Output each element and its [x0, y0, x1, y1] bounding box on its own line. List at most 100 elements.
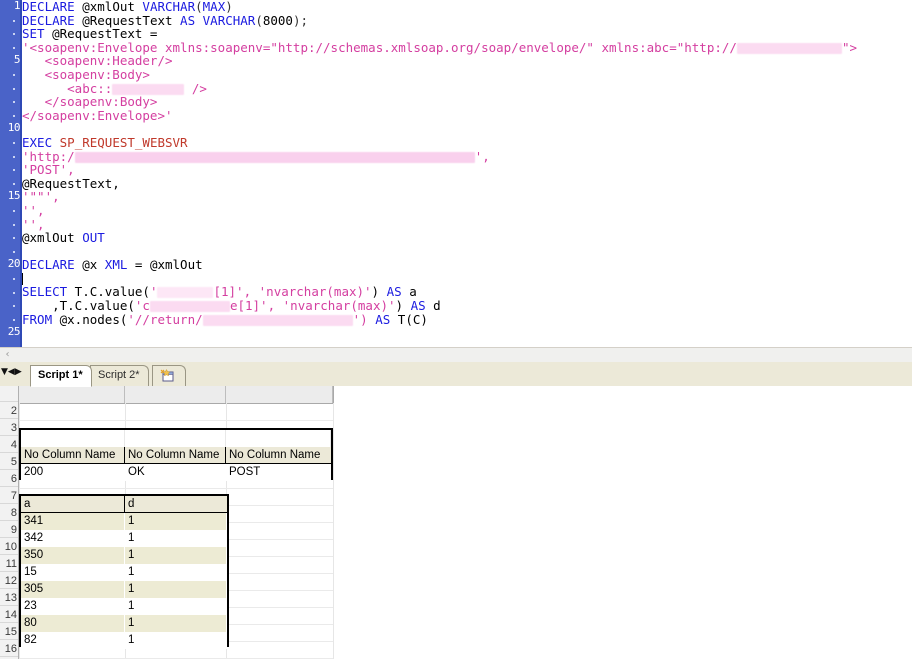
- table-cell[interactable]: 1: [125, 615, 227, 632]
- row-header-9[interactable]: 9: [0, 522, 18, 538]
- table-header-row[interactable]: ad: [21, 496, 227, 513]
- table-row[interactable]: 305 1: [21, 581, 227, 598]
- table-cell[interactable]: 1: [125, 513, 227, 530]
- grid-col-2[interactable]: [125, 386, 226, 403]
- table-cell[interactable]: OK: [125, 464, 226, 481]
- row-header-6[interactable]: 6: [0, 471, 18, 487]
- row-header-15[interactable]: 15: [0, 624, 18, 640]
- code-token: XML: [104, 257, 128, 273]
- table-cell[interactable]: 350: [21, 547, 125, 564]
- code-token: @x: [74, 257, 105, 273]
- line-marker-dot: [13, 278, 15, 280]
- table-cell[interactable]: 342: [21, 530, 125, 547]
- line-number-20: 20: [7, 257, 21, 271]
- line-marker-dot: [13, 210, 15, 212]
- table-cell[interactable]: 80: [21, 615, 125, 632]
- table-blank-cell[interactable]: [125, 430, 226, 447]
- code-line-1: DECLARE @xmlOut VARCHAR(MAX): [22, 0, 912, 14]
- table-header-row[interactable]: No Column Name No Column Name No Column Na…: [21, 447, 331, 464]
- code-token: OUT: [82, 230, 105, 246]
- row-header-8[interactable]: 8: [0, 505, 18, 521]
- code-token: DECLARE: [22, 257, 75, 273]
- table-cell[interactable]: 82: [21, 632, 125, 649]
- row-header-column: 2 3 4 5 6 7 8 9 10 11 12 13 14 15 16: [0, 386, 19, 659]
- code-line-13: 'POST',: [22, 163, 912, 177]
- code-line-8: </soapenv:Body>: [22, 95, 912, 109]
- row-header-11[interactable]: 11: [0, 556, 18, 572]
- gridline-vertical-3: [333, 403, 334, 659]
- table-row[interactable]: 200 OK POST: [21, 464, 331, 481]
- tab-nav-controls[interactable]: ▼◀▶: [1, 367, 27, 381]
- column-header-1[interactable]: a: [21, 496, 125, 513]
- column-header-2[interactable]: d: [125, 496, 227, 513]
- grid-col-3[interactable]: [226, 386, 333, 403]
- table-cell[interactable]: 305: [21, 581, 125, 598]
- redacted-text-block: [157, 287, 214, 299]
- row-header-2[interactable]: 2: [0, 403, 18, 419]
- table-blank-row[interactable]: [21, 430, 331, 447]
- table-cell[interactable]: 1: [125, 530, 227, 547]
- table-cell[interactable]: 23: [21, 598, 125, 615]
- tab-dropdown-icon[interactable]: ▼: [1, 367, 8, 377]
- gridline-horizontal-5: [19, 488, 333, 489]
- line-marker-dot: [13, 169, 15, 172]
- table-blank-cell[interactable]: [21, 430, 125, 447]
- row-header-3[interactable]: 3: [0, 420, 18, 436]
- table-body: 200 OK POST: [21, 464, 331, 481]
- code-token: );: [292, 12, 309, 28]
- tab-object-explorer[interactable]: [152, 365, 186, 386]
- table-blank-cell[interactable]: [226, 430, 331, 447]
- column-header-2[interactable]: No Column Name: [125, 447, 226, 464]
- table-cell[interactable]: 200: [21, 464, 125, 481]
- column-header-3[interactable]: No Column Name: [226, 447, 331, 464]
- table-cell[interactable]: 1: [125, 632, 227, 649]
- table-cell[interactable]: 1: [125, 564, 227, 581]
- table-row[interactable]: 341 1: [21, 513, 227, 530]
- code-line-22: SELECT T.C.value(' [1]', 'nvarchar(max)')…: [22, 285, 912, 299]
- code-token: ': [149, 284, 158, 300]
- grid-column-header-band[interactable]: [19, 386, 334, 404]
- table-cell[interactable]: 1: [125, 598, 227, 615]
- table-row[interactable]: 342 1: [21, 530, 227, 547]
- table-row[interactable]: 80 1: [21, 615, 227, 632]
- line-marker-dot: [13, 318, 15, 321]
- table-cell[interactable]: 1: [125, 547, 227, 564]
- table-cell[interactable]: 1: [125, 581, 227, 598]
- code-line-12: 'http:/',: [22, 149, 912, 164]
- code-text-area[interactable]: DECLARE @xmlOut VARCHAR(MAX) DECLARE @Req…: [22, 0, 912, 333]
- table-cell[interactable]: 15: [21, 564, 125, 581]
- results-grid-panel[interactable]: 2 3 4 5 6 7 8 9 10 11 12 13 14 15 16 No Column Name No …: [0, 386, 912, 659]
- row-header-5[interactable]: 5: [0, 454, 18, 470]
- tab-script-2[interactable]: Script 2*: [90, 365, 149, 386]
- table-cell[interactable]: POST: [226, 464, 331, 481]
- line-marker-dot: [13, 291, 15, 294]
- row-header-7[interactable]: 7: [0, 488, 18, 504]
- row-header-1[interactable]: [0, 386, 18, 402]
- tab-next-icon[interactable]: ▶: [15, 367, 22, 377]
- result-set-1[interactable]: No Column Name No Column Name No Column Na…: [19, 428, 333, 481]
- code-line-17: '',: [22, 217, 912, 232]
- result-set-2[interactable]: a d 341 1 342 1 350 1 15 1 305 1 23 1 80 1 82 1: [19, 494, 229, 649]
- grid-col-1[interactable]: [19, 386, 125, 403]
- tab-prev-icon[interactable]: ◀: [8, 367, 15, 377]
- row-header-13[interactable]: 13: [0, 590, 18, 606]
- sql-code-editor[interactable]: 1 5 10 15 20 25 DECLARE @xmlOut VARCHAR(MAX) D…: [0, 0, 912, 347]
- line-marker-dot: [13, 101, 15, 104]
- table-row[interactable]: 23 1: [21, 598, 227, 615]
- table-row[interactable]: 350 1: [21, 547, 227, 564]
- row-header-16[interactable]: 16: [0, 641, 18, 657]
- table-cell[interactable]: 341: [21, 513, 125, 530]
- row-header-10[interactable]: 10: [0, 539, 18, 555]
- line-marker-dot: [13, 114, 15, 117]
- results-tab-strip[interactable]: ▼◀▶ Script 1* Script 2*: [0, 362, 912, 387]
- table-row[interactable]: 82 1: [21, 632, 227, 649]
- tab-script-1[interactable]: Script 1*: [30, 365, 92, 387]
- table-row[interactable]: 15 1: [21, 564, 227, 581]
- row-header-12[interactable]: 12: [0, 573, 18, 589]
- scroll-left-arrow-icon[interactable]: ‹: [1, 349, 14, 361]
- column-header-1[interactable]: No Column Name: [21, 447, 125, 464]
- code-line-9: </soapenv:Envelope>': [22, 108, 912, 123]
- row-header-4[interactable]: 4: [0, 437, 18, 453]
- row-header-14[interactable]: 14: [0, 607, 18, 623]
